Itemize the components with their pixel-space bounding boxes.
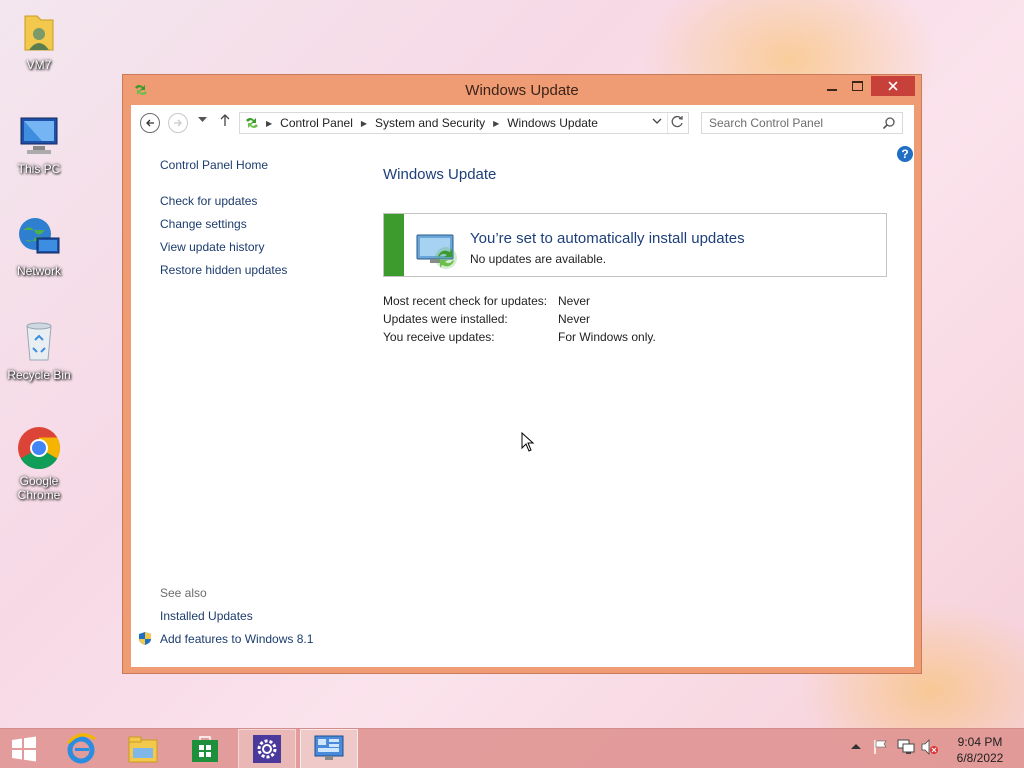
refresh-button[interactable] [671,115,684,131]
desktop-icon-label: Recycle Bin [7,368,71,382]
volume-muted-icon [921,739,938,755]
network-globe-icon [19,218,60,254]
desktop-icon-recycle-bin[interactable]: Recycle Bin [1,318,77,382]
desktop-icon-vm7[interactable]: VM7 [1,8,77,72]
status-subtext: No updates are available. [470,252,607,266]
recent-pages-button[interactable] [198,115,207,126]
breadcrumb-windows-update[interactable]: Windows Update [507,116,598,130]
desktop-icon-label: VM7 [26,58,52,72]
volume-button[interactable] [921,739,939,758]
info-label-recent-check: Most recent check for updates: [383,294,548,308]
search-icon[interactable] [882,116,896,130]
breadcrumb-control-panel[interactable]: Control Panel [280,116,353,130]
user-folder-icon [24,15,54,51]
taskbar: 9:04 PM 6/8/2022 [0,728,1024,768]
clock-time: 9:04 PM [957,735,1003,749]
back-button[interactable] [140,113,160,133]
shield-icon [139,632,151,645]
windows-update-status-icon [416,234,457,269]
maximize-icon [852,81,863,91]
windows-logo-icon [12,736,36,762]
windows-update-window: Windows Update ▶ Control Panel ▶ System … [122,74,922,674]
clock-date: 6/8/2022 [956,751,1004,765]
chevron-down-icon [198,117,207,122]
search-input[interactable] [709,116,877,130]
address-divider [667,113,668,133]
gear-icon [253,735,281,763]
desktop-icon-network[interactable]: Network [1,214,77,278]
status-color-bar [384,214,404,276]
taskbar-clock[interactable]: 9:04 PM 6/8/2022 [944,734,1016,766]
check-for-updates-link[interactable]: Check for updates [160,194,257,208]
show-hidden-icons-button[interactable] [851,741,861,753]
breadcrumb-separator-icon[interactable]: ▶ [493,119,499,128]
update-status-panel: You’re set to automatically install upda… [383,213,887,277]
forward-button[interactable] [168,113,188,133]
file-explorer-icon [128,736,158,763]
forward-arrow-icon [174,119,182,127]
see-also-heading: See also [160,586,207,600]
internet-explorer-icon [66,733,96,764]
control-panel-home-link[interactable]: Control Panel Home [160,158,268,172]
desktop-icon-this-pc[interactable]: This PC [1,112,77,176]
up-button[interactable] [219,113,231,130]
chevron-up-icon [851,744,861,749]
desktop-icon-label: Network [16,264,61,278]
refresh-icon [671,115,683,128]
recycle-bin-icon [26,322,52,361]
address-bar[interactable]: ▶ Control Panel ▶ System and Security ▶ … [239,112,689,134]
minimize-icon [826,89,837,91]
computer-icon [20,117,58,154]
status-heading: You’re set to automatically install upda… [470,230,745,247]
info-label-receive-updates: You receive updates: [383,330,495,344]
restore-hidden-updates-link[interactable]: Restore hidden updates [160,263,287,277]
info-value-updates-installed: Never [558,312,591,326]
breadcrumb-separator-icon[interactable]: ▶ [266,119,272,128]
help-icon[interactable]: ? [897,146,913,162]
info-label-updates-installed: Updates were installed: [383,312,508,326]
mouse-cursor-icon [521,432,535,452]
desktop-icon-google-chrome[interactable]: Google Chrome [1,424,77,502]
network-monitor-icon [897,739,915,754]
desktop-icon-label: Google Chrome [17,474,61,502]
view-update-history-link[interactable]: View update history [160,240,265,254]
page-title: Windows Update [383,166,497,183]
taskbar-store[interactable] [176,729,234,768]
chevron-down-icon [652,118,662,124]
back-arrow-icon [146,119,154,127]
store-icon [192,736,218,762]
close-button[interactable] [871,76,915,96]
taskbar-pc-settings[interactable] [238,729,296,768]
up-arrow-icon [220,114,230,126]
installed-updates-link[interactable]: Installed Updates [160,609,253,623]
taskbar-file-explorer[interactable] [114,729,172,768]
close-icon [888,81,898,91]
maximize-button[interactable] [843,76,872,96]
breadcrumb-system-and-security[interactable]: System and Security [375,116,485,130]
add-features-link[interactable]: Add features to Windows 8.1 [160,632,313,646]
address-history-button[interactable] [652,116,662,128]
search-box[interactable] [701,112,903,134]
info-value-recent-check: Never [558,294,591,308]
window-title: Windows Update [465,82,579,99]
network-status-button[interactable] [897,739,915,758]
breadcrumb-separator-icon[interactable]: ▶ [361,119,367,128]
desktop-icon-label: This PC [17,162,61,176]
title-bar[interactable]: Windows Update [123,75,921,105]
control-panel-icon [246,118,258,128]
control-panel-icon [314,735,344,760]
change-settings-link[interactable]: Change settings [160,217,247,231]
start-button[interactable] [0,729,48,768]
action-center-button[interactable] [873,739,889,758]
taskbar-internet-explorer[interactable] [52,729,110,768]
info-value-receive-updates: For Windows only. [558,330,656,344]
window-client-area: ▶ Control Panel ▶ System and Security ▶ … [131,105,914,667]
taskbar-control-panel[interactable] [300,729,358,768]
minimize-button[interactable] [817,76,846,96]
chrome-icon [18,427,61,470]
flag-icon [874,740,887,754]
